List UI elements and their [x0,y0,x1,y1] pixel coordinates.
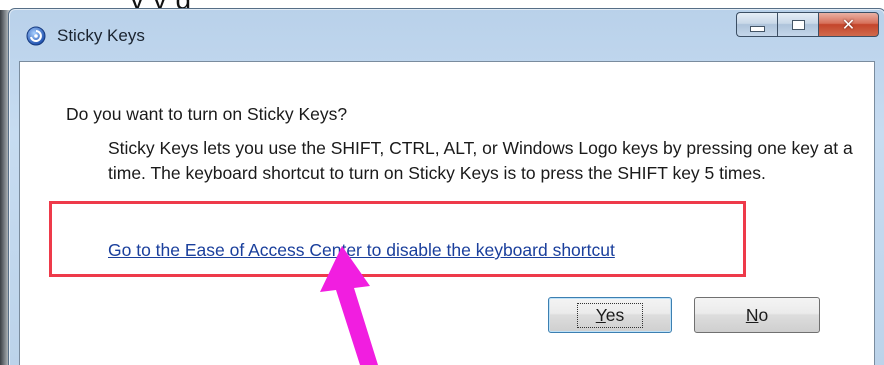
annotation-arrow-icon [320,246,378,365]
window-title: Sticky Keys [57,26,145,45]
minimize-button[interactable] [736,12,777,37]
close-button[interactable]: ✕ [818,12,879,37]
no-button-label: No [746,305,768,326]
close-icon: ✕ [841,14,856,34]
yes-button[interactable]: Yes [548,297,672,333]
yes-button-label: Yes [576,302,644,328]
no-label-rest: o [758,304,769,325]
yes-accelerator: Y [595,304,606,325]
no-accelerator: N [745,304,759,325]
screenshot: y y g Sticky Keys [0,0,884,365]
yes-label-rest: es [605,304,625,325]
maximize-button[interactable] [777,12,818,37]
sticky-keys-dialog: Sticky Keys ✕ Do you want to turn on Sti… [8,8,884,365]
ease-of-access-icon [26,26,46,46]
annotation-highlight-box [49,201,746,277]
title-bar[interactable]: Sticky Keys ✕ [9,9,884,61]
dialog-question: Do you want to turn on Sticky Keys? [66,104,348,124]
minimize-icon [749,25,765,32]
no-button[interactable]: No [694,297,820,333]
dialog-description: Sticky Keys lets you use the SHIFT, CTRL… [108,138,853,183]
caption-buttons: ✕ [736,12,879,40]
maximize-icon [791,19,805,30]
